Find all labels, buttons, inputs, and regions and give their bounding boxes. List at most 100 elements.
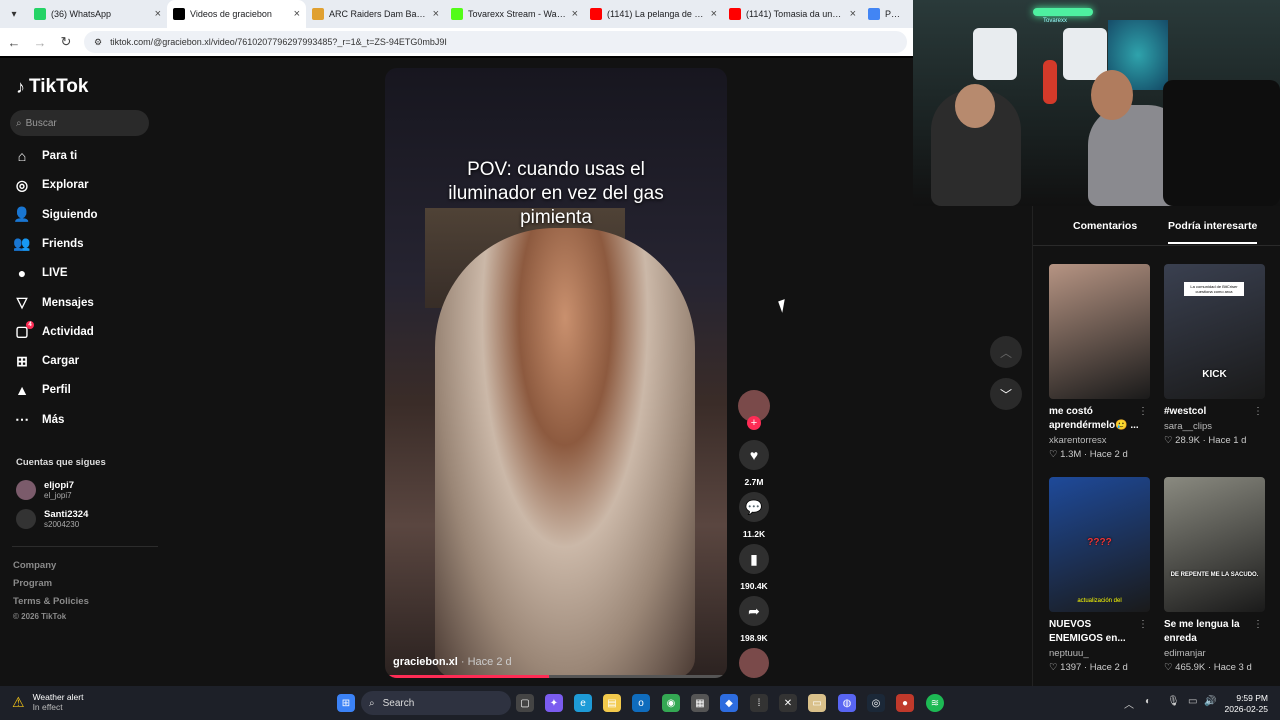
- browser-tab[interactable]: PERRERO: [862, 0, 912, 28]
- sidebar-item-cargar[interactable]: ⊞ Cargar: [14, 353, 79, 369]
- network-icon[interactable]: ▭: [1188, 696, 1197, 707]
- browser-tab[interactable]: ARC Raiders Dam Battleg ×: [306, 0, 445, 28]
- browser-tab[interactable]: Videos de graciebon ×: [167, 0, 306, 28]
- card-author[interactable]: sara__clips: [1164, 421, 1265, 432]
- tiktok-logo[interactable]: ♪ TikTok: [16, 76, 88, 98]
- comment-button[interactable]: 💬 11.2K: [738, 492, 770, 539]
- sidebar-item-friends[interactable]: 👥 Friends: [13, 235, 83, 252]
- more-options-icon[interactable]: ⋮: [1138, 406, 1148, 417]
- tab-suggested[interactable]: Podría interesarte: [1168, 220, 1258, 244]
- grid-app-icon[interactable]: ⁞: [750, 694, 768, 712]
- recorder-icon[interactable]: ●: [896, 694, 914, 712]
- video-thumbnail[interactable]: La comunidad de BitCriser cuestiona como…: [1164, 264, 1265, 399]
- close-tab-icon[interactable]: ×: [155, 8, 161, 20]
- tab-comments[interactable]: Comentarios: [1073, 220, 1137, 232]
- card-author[interactable]: edimanjar: [1164, 648, 1265, 659]
- address-bar[interactable]: ⚙ tiktok.com/@graciebon.xl/video/7610207…: [84, 31, 907, 53]
- edge-icon[interactable]: e: [574, 694, 592, 712]
- chrome-icon[interactable]: ◉: [662, 694, 680, 712]
- previous-video-button[interactable]: ︿: [990, 336, 1022, 368]
- search-input[interactable]: ⌕ Buscar: [10, 110, 149, 136]
- back-arrow-icon[interactable]: ←: [6, 35, 22, 50]
- footer-link[interactable]: Program: [13, 578, 52, 589]
- taskbar-search[interactable]: ⌕ Search: [361, 691, 511, 715]
- volume-icon[interactable]: 🔊: [1204, 696, 1216, 707]
- close-tab-icon[interactable]: ×: [850, 8, 856, 20]
- browser-tab[interactable]: (1141) La pelanga de Mig ×: [584, 0, 723, 28]
- browser-tab[interactable]: (1141) Tomasia da una ch ×: [723, 0, 862, 28]
- card-title[interactable]: #westcol: [1164, 405, 1254, 419]
- store-icon[interactable]: ▦: [691, 694, 709, 712]
- tab-search-chevron-icon[interactable]: ▾: [0, 0, 28, 28]
- microphone-icon[interactable]: 🎙: [1167, 696, 1180, 707]
- forward-arrow-icon[interactable]: →: [32, 35, 48, 50]
- share-button[interactable]: ➦ 198.9K: [738, 596, 770, 643]
- sidebar-item-actividad[interactable]: ▢ 4 Actividad: [14, 320, 94, 340]
- footer-link[interactable]: Company: [13, 560, 56, 571]
- notepad-icon[interactable]: ▭: [808, 694, 826, 712]
- heart-icon[interactable]: ♥: [739, 440, 769, 470]
- video-player[interactable]: POV: cuando usas el iluminador en vez de…: [385, 68, 727, 678]
- card-title[interactable]: me costó aprendérmelo🥲 ...: [1049, 405, 1139, 433]
- weather-widget[interactable]: ⚠ Weather alert In effect: [12, 692, 83, 712]
- sound-avatar[interactable]: [739, 648, 769, 678]
- video-thumbnail[interactable]: ???? actualización del: [1049, 477, 1150, 612]
- tools-icon[interactable]: ✕: [779, 694, 797, 712]
- card-author[interactable]: neptuuu_: [1049, 648, 1150, 659]
- video-thumbnail[interactable]: DE REPENTE ME LA SACUDO.: [1164, 477, 1265, 612]
- reload-icon[interactable]: ↻: [58, 34, 74, 50]
- sidebar-item-live[interactable]: ● LIVE: [14, 265, 68, 281]
- video-author[interactable]: graciebon.xl · Hace 2 d: [393, 656, 512, 668]
- video-progress-bar[interactable]: [385, 675, 727, 678]
- creator-avatar-button[interactable]: +: [738, 390, 770, 430]
- suggested-video-card[interactable]: me costó aprendérmelo🥲 ... xkarentorresx…: [1049, 264, 1150, 460]
- copilot-icon[interactable]: ✦: [545, 694, 563, 712]
- next-video-button[interactable]: ﹀: [990, 378, 1022, 410]
- close-tab-icon[interactable]: ×: [294, 8, 300, 20]
- card-author[interactable]: xkarentorresx: [1049, 435, 1150, 446]
- card-title[interactable]: NUEVOS ENEMIGOS en...: [1049, 618, 1139, 646]
- file-explorer-icon[interactable]: ▤: [603, 694, 621, 712]
- save-button[interactable]: ▮ 190.4K: [738, 544, 770, 591]
- sidebar-item-más[interactable]: ⋯ Más: [14, 411, 64, 428]
- spotify-icon[interactable]: ≋: [926, 694, 944, 712]
- like-button[interactable]: ♥ 2.7M: [738, 440, 770, 487]
- outlook-icon[interactable]: o: [632, 694, 650, 712]
- following-account[interactable]: Santi2324 s2004230: [16, 509, 88, 529]
- browser-tab[interactable]: Tovarexx Stream - Watch ×: [445, 0, 584, 28]
- bookmark-icon[interactable]: ▮: [739, 544, 769, 574]
- suggested-video-card[interactable]: ???? actualización del NUEVOS ENEMIGOS en…: [1049, 477, 1150, 673]
- sound-avatar-button[interactable]: [738, 648, 770, 678]
- taskbar-clock[interactable]: 9:59 PM 2026-02-25: [1225, 693, 1268, 715]
- card-title[interactable]: Se me lengua la enreda: [1164, 618, 1254, 646]
- sidebar-item-siguiendo[interactable]: 👤 Siguiendo: [13, 206, 97, 223]
- close-tab-icon[interactable]: ×: [711, 8, 717, 20]
- suggested-video-card[interactable]: DE REPENTE ME LA SACUDO. Se me lengua la…: [1164, 477, 1265, 673]
- site-info-icon[interactable]: ⚙: [94, 37, 102, 48]
- start-button-icon[interactable]: ⊞: [337, 694, 355, 712]
- creator-avatar[interactable]: +: [738, 390, 770, 430]
- video-thumbnail[interactable]: [1049, 264, 1150, 399]
- close-tab-icon[interactable]: ×: [433, 8, 439, 20]
- more-options-icon[interactable]: ⋮: [1253, 619, 1263, 630]
- close-tab-icon[interactable]: ×: [572, 8, 578, 20]
- following-account[interactable]: eljopi7 el_jopi7: [16, 480, 74, 500]
- app-icon[interactable]: ◆: [720, 694, 738, 712]
- sidebar-item-perfil[interactable]: ▲ Perfil: [14, 382, 71, 398]
- steam-icon[interactable]: ◎: [867, 694, 885, 712]
- browser-tab[interactable]: (36) WhatsApp ×: [28, 0, 167, 28]
- comment-icon[interactable]: 💬: [739, 492, 769, 522]
- sidebar-item-para-ti[interactable]: ⌂ Para ti: [14, 148, 77, 164]
- tray-app-icon[interactable]: ◐: [1145, 696, 1151, 707]
- share-icon[interactable]: ➦: [739, 596, 769, 626]
- task-view-icon[interactable]: ▢: [516, 694, 534, 712]
- sidebar-item-mensajes[interactable]: ▽ Mensajes: [14, 294, 94, 311]
- sidebar-item-explorar[interactable]: ◎ Explorar: [14, 177, 89, 193]
- more-options-icon[interactable]: ⋮: [1138, 619, 1148, 630]
- follow-plus-icon[interactable]: +: [747, 416, 761, 430]
- more-options-icon[interactable]: ⋮: [1253, 406, 1263, 417]
- video-author-name[interactable]: graciebon.xl: [393, 656, 458, 668]
- footer-link[interactable]: Terms & Policies: [13, 596, 89, 607]
- discord-icon[interactable]: ◍: [838, 694, 856, 712]
- tray-chevron-icon[interactable]: ︿: [1124, 696, 1134, 711]
